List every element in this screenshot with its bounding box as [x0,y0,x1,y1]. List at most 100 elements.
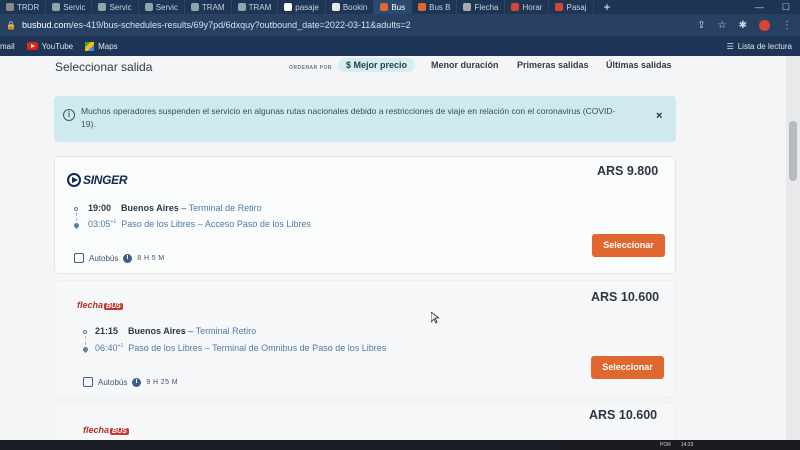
trip-duration: 8 H 5 M [137,254,165,262]
results-header: Seleccionar salida ORDENAR POR $ Mejor p… [0,56,786,78]
page-scrollbar[interactable] [786,56,800,440]
page-title: Seleccionar salida [55,60,153,74]
tab-label: Servic [109,2,132,12]
singer-logo-icon [67,173,81,187]
arrival-row: 03:05+1 Paso de los Libres – Acceso Paso… [88,219,311,229]
tab-favicon-icon [144,3,153,11]
operator-name: flecha [83,425,110,435]
tab-favicon-icon [331,3,340,11]
trip-card[interactable]: SINGER ARS 9.800 19:00 Buenos Aires – Te… [54,156,676,274]
departure-time: 21:15 [95,326,119,336]
star-icon[interactable]: ☆ [718,20,727,31]
os-taskbar: POR 14:33 [560,440,800,450]
maps-icon [85,41,95,51]
browser-tab[interactable]: pasaje [278,0,326,14]
arrival-city: Paso de los Libres [128,343,203,353]
trip-price: ARS 10.600 [591,290,660,304]
tab-favicon-icon [418,3,427,11]
browser-tab[interactable]: TRAM [232,0,279,14]
profile-avatar[interactable] [759,19,770,31]
tab-favicon-icon [463,3,472,11]
reading-list-icon: ☰ [726,41,734,51]
arrival-time: 03:05 [88,219,111,229]
sort-latest[interactable]: Últimas salidas [606,60,672,70]
browser-tab[interactable]: TRDR [0,0,47,14]
operator-name: flecha [77,300,104,310]
select-button[interactable]: Seleccionar [591,356,664,379]
reading-list-label: Lista de lectura [737,41,792,51]
route-line [76,213,77,221]
url-host: busbud.com [21,20,71,30]
trip-price: ARS 9.800 [597,164,659,178]
route-line [85,336,86,345]
extensions-icon[interactable]: ✱ [739,20,747,31]
arrival-day-offset: +1 [110,219,117,225]
tab-label: pasaje [295,2,319,12]
mouse-cursor-icon [431,312,439,324]
address-bar[interactable]: 🔒 busbud.com/es-419/bus-schedules-result… [0,14,800,36]
covid-alert: i Muchos operadores suspenden el servici… [54,96,676,142]
sort-earliest[interactable]: Primeras salidas [517,60,589,70]
browser-tab[interactable]: Servic [46,0,93,14]
trip-meta: Autobús 8 H 5 M [74,253,165,263]
tab-favicon-icon [555,3,564,11]
browser-tab[interactable]: Servic [139,0,185,14]
operator-logo-singer: SINGER [67,173,128,187]
operator-logo-flecha: flecha BUS [83,425,129,435]
browser-tab[interactable]: Servic [92,0,139,14]
browser-tab[interactable]: TRAM [185,0,232,14]
browser-tab[interactable]: Flecha [457,0,506,14]
tab-favicon-icon [6,3,14,11]
alert-message: Muchos operadores suspenden el servicio … [81,106,616,129]
browser-tab[interactable]: Horar [505,0,550,14]
minimize-icon[interactable]: — [755,2,764,13]
sort-best-price[interactable]: $ Mejor precio [338,58,416,72]
close-icon[interactable]: × [656,110,662,122]
maximize-icon[interactable]: ☐ [782,2,790,13]
operator-badge: BUS [110,428,129,435]
vehicle-type: Autobús [89,253,119,263]
browser-tab[interactable]: Bookin [326,0,375,14]
page-content: Seleccionar salida ORDENAR POR $ Mejor p… [0,56,786,440]
tab-favicon-icon [52,3,61,11]
tab-label: Flecha [474,2,499,12]
bookmark-label: mail [0,41,15,51]
sort-shortest[interactable]: Menor duración [431,60,499,70]
menu-icon[interactable]: ⋮ [782,20,792,31]
reading-list[interactable]: ☰ Lista de lectura [727,42,800,51]
trip-card[interactable]: flecha BUS ARS 10.600 21:15 Buenos Aires … [54,280,676,398]
tray-lang[interactable]: POR [660,442,671,448]
select-button[interactable]: Seleccionar [592,234,665,257]
info-icon: i [63,109,75,121]
bookmark-maps[interactable]: Maps [85,41,118,51]
tab-favicon-icon [98,3,107,11]
departure-dot-icon [74,207,78,211]
tab-label: Bus B [429,2,451,12]
new-tab-button[interactable]: + [594,0,621,14]
trip-card[interactable]: flecha BUS ARS 10.600 [54,402,676,440]
scrollbar-thumb[interactable] [789,121,797,181]
arrival-pin-icon [81,345,90,354]
operator-name: SINGER [83,173,128,187]
url-text[interactable]: busbud.com/es-419/bus-schedules-results/… [22,20,411,30]
clock-icon [123,253,133,263]
browser-tab[interactable]: Bus B [412,0,458,14]
browser-tab[interactable]: Pasaj [549,0,594,14]
bookmark-youtube[interactable]: YouTube [26,42,73,51]
bookmark-mail[interactable]: mail [0,42,15,51]
bus-icon [83,377,93,387]
tray-clock[interactable]: 14:33 [681,442,694,448]
vehicle-type: Autobús [98,377,128,387]
url-path: /es-419/bus-schedules-results/69y7pd/6dx… [71,20,411,30]
window-controls: — ☐ [755,2,800,13]
youtube-icon [26,42,38,50]
tab-label: Horar [522,2,543,12]
arrival-pin-icon [72,221,81,230]
arrival-time: 06:40 [95,343,118,353]
tab-label: Bus [391,2,406,12]
browser-tab[interactable]: Bus [374,0,413,14]
share-icon[interactable]: ⇪ [697,20,705,31]
departure-row: 21:15 Buenos Aires – Terminal Retiro [95,326,257,336]
tab-label: Pasaj [566,2,587,12]
tab-label: TRAM [248,2,272,12]
